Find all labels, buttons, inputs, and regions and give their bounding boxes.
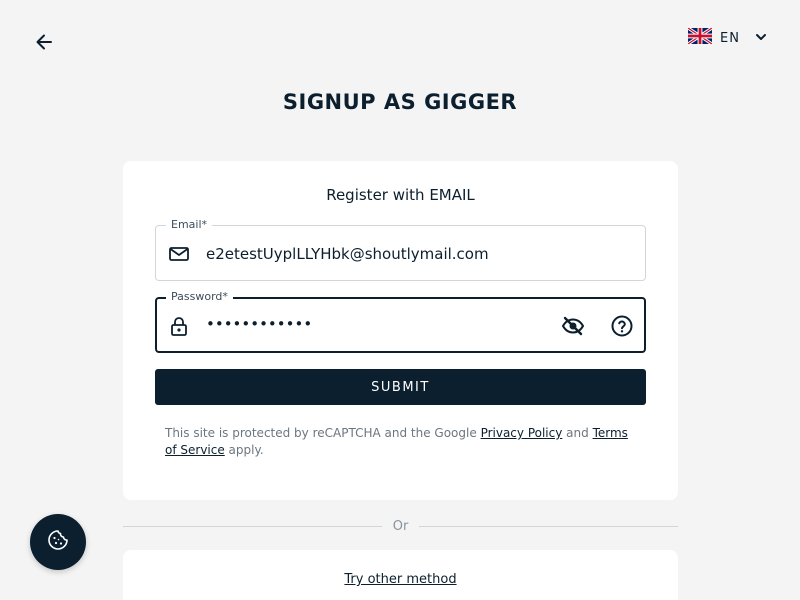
privacy-policy-link[interactable]: Privacy Policy <box>481 426 563 440</box>
email-value: e2etestUyplLLYHbk@shoutlymail.com <box>206 245 489 263</box>
email-label: Email* <box>166 218 213 232</box>
eye-off-icon[interactable] <box>561 314 585 338</box>
signup-card: Register with EMAIL Email* e2etestUyplLL… <box>123 161 678 500</box>
divider-line-left <box>123 525 382 527</box>
email-field[interactable]: Email* e2etestUyplLLYHbk@shoutlymail.com <box>155 218 646 281</box>
language-selector[interactable]: EN <box>687 26 768 48</box>
lock-icon <box>168 315 190 337</box>
help-circle-icon[interactable] <box>610 314 634 338</box>
submit-button[interactable]: SUBMIT <box>155 369 646 405</box>
cookie-icon <box>46 528 70 556</box>
chevron-down-icon <box>754 29 768 48</box>
recaptcha-suffix: apply. <box>224 443 264 457</box>
form-title: Register with EMAIL <box>326 186 475 204</box>
back-button[interactable] <box>30 30 58 58</box>
language-code: EN <box>720 30 740 46</box>
divider-text: Or <box>392 518 409 534</box>
cookie-settings-button[interactable] <box>30 514 86 570</box>
divider-line-right <box>419 525 679 527</box>
password-value: •••••••••••• <box>206 315 313 333</box>
page-title: SIGNUP AS GIGGER <box>282 90 518 114</box>
or-divider: Or <box>123 516 679 536</box>
recaptcha-prefix: This site is protected by reCAPTCHA and … <box>165 426 481 440</box>
arrow-left-icon <box>34 32 54 56</box>
password-label: Password* <box>166 290 233 304</box>
mail-icon <box>168 243 190 265</box>
recaptcha-notice: This site is protected by reCAPTCHA and … <box>165 425 635 459</box>
uk-flag-icon <box>687 26 713 48</box>
password-field[interactable]: Password* •••••••••••• <box>155 290 646 353</box>
try-other-method-link[interactable]: Try other method <box>123 572 678 587</box>
other-method-card: Try other method <box>123 550 678 600</box>
recaptcha-and: and <box>562 426 593 440</box>
